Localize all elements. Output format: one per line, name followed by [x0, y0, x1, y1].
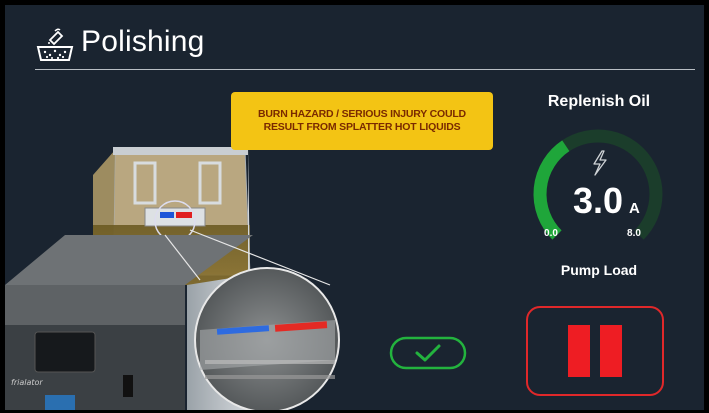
lightning-icon [593, 150, 607, 176]
polishing-screen: Polishing frialator BURN HAZARD / SERIOU… [5, 5, 704, 410]
gauge-caption: Pump Load [560, 262, 638, 278]
gauge-max: 8.0 [627, 228, 641, 239]
fryer-illustration: frialator [5, 147, 340, 410]
pause-bar-left [568, 325, 590, 377]
gauge-title: Replenish Oil [547, 93, 651, 110]
gauge-min: 0.0 [544, 228, 558, 239]
polishing-icon [36, 28, 74, 61]
gauge-fill [533, 140, 570, 240]
burn-hazard-warning: BURN HAZARD / SERIOUS INJURY COULD RESUL… [231, 92, 493, 150]
pump-load-gauge: 3.0 A 0.0 8.0 [533, 129, 663, 240]
header-divider [35, 69, 695, 70]
pause-button[interactable] [526, 306, 664, 396]
svg-text:frialator: frialator [11, 378, 43, 387]
page-title: Polishing [81, 25, 205, 58]
confirm-button[interactable] [388, 335, 468, 371]
pause-bar-right [600, 325, 622, 377]
gauge-value: 3.0 [573, 180, 623, 221]
checkmark-icon [389, 336, 467, 370]
title-bar: Polishing [5, 5, 704, 71]
gauge-unit: A [629, 200, 640, 217]
warning-text: BURN HAZARD / SERIOUS INJURY COULD RESUL… [258, 108, 466, 133]
